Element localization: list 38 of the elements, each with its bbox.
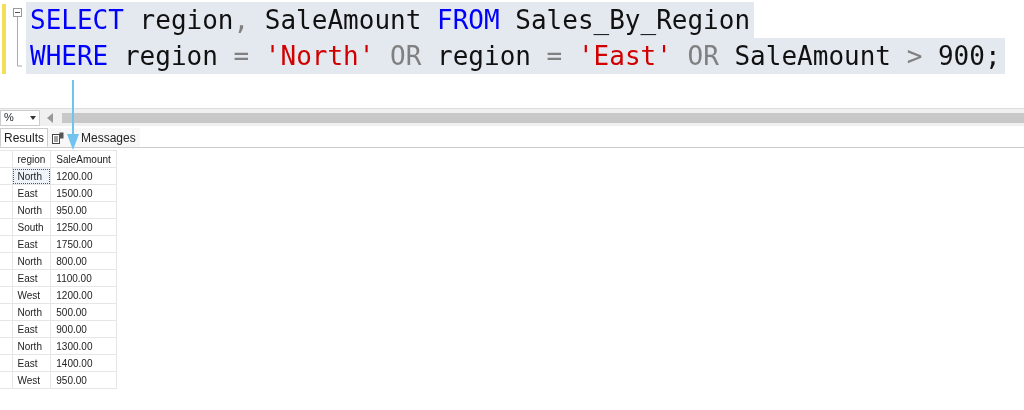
table-cell: 900.00: [50, 320, 117, 338]
collapse-icon[interactable]: [13, 8, 23, 68]
table-cell: 1500.00: [50, 184, 117, 202]
table-cell: North: [12, 337, 51, 355]
table-cell: 1250.00: [50, 218, 117, 236]
table-cell: East: [12, 269, 51, 287]
table-cell: 800.00: [50, 252, 117, 270]
tab-label: Messages: [81, 129, 136, 147]
table-cell: South: [12, 218, 51, 236]
table-cell: 950.00: [50, 371, 117, 389]
table-cell: 1200.00: [50, 286, 117, 304]
table-cell: North: [12, 252, 51, 270]
table-cell: East: [12, 235, 51, 253]
table-cell: North: [12, 201, 51, 219]
change-marker: [2, 4, 6, 74]
column-header[interactable]: SaleAmount: [50, 150, 117, 168]
table-cell: 1200.00: [50, 167, 117, 185]
caret-icon: [30, 115, 36, 120]
tab[interactable]: Messages: [48, 128, 140, 147]
table-cell: West: [12, 286, 51, 304]
table-cell: 1300.00: [50, 337, 117, 355]
table-cell: North: [12, 303, 51, 321]
column-header[interactable]: region: [12, 150, 51, 168]
table-cell: 500.00: [50, 303, 117, 321]
table-cell: West: [12, 371, 51, 389]
scroll-left-icon[interactable]: [46, 112, 54, 123]
table-cell: 1750.00: [50, 235, 117, 253]
tab[interactable]: Results: [0, 128, 48, 147]
table-cell: East: [12, 354, 51, 372]
messages-icon: [52, 131, 64, 144]
arrow-annotation: [66, 80, 80, 150]
zoom-dropdown[interactable]: %: [0, 109, 40, 126]
table-cell: East: [12, 184, 51, 202]
table-cell: 1100.00: [50, 269, 117, 287]
table-cell: 1400.00: [50, 354, 117, 372]
table-cell: East: [12, 320, 51, 338]
scrollbar-thumb[interactable]: [62, 112, 1024, 123]
table-cell: 950.00: [50, 201, 117, 219]
